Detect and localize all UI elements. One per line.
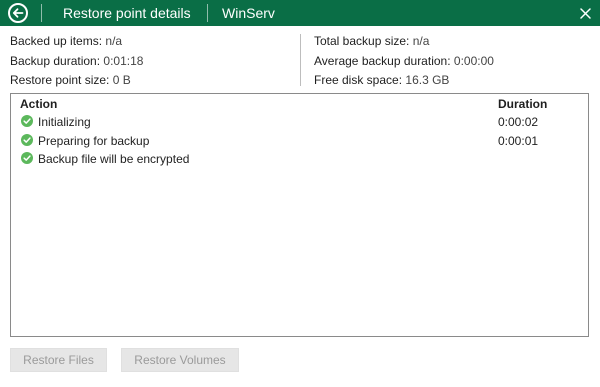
table-row: Initializing 0:00:02 <box>11 113 588 131</box>
action-log-table[interactable]: Action Duration Initializing 0:00:02 Pre… <box>10 93 589 337</box>
close-button[interactable] <box>576 3 594 23</box>
backed-up-items-value: n/a <box>105 34 123 48</box>
free-disk-space-stat: Free disk space: 16.3 GB <box>314 73 449 87</box>
action-column-header: Action <box>20 97 58 111</box>
back-button[interactable] <box>8 3 28 23</box>
average-backup-duration-label: Average backup duration: <box>314 54 451 68</box>
close-icon <box>579 7 591 19</box>
restore-point-size-stat: Restore point size: 0 B <box>10 73 131 87</box>
backup-duration-label: Backup duration: <box>10 54 101 68</box>
duration-column-header: Duration <box>498 97 548 111</box>
total-backup-size-label: Total backup size: <box>314 34 410 48</box>
action-text: Preparing for backup <box>38 134 150 148</box>
average-backup-duration-stat: Average backup duration: 0:00:00 <box>314 54 494 68</box>
restore-point-size-value: 0 B <box>112 73 131 87</box>
backed-up-items-stat: Backed up items: n/a <box>10 34 122 48</box>
total-backup-size-stat: Total backup size: n/a <box>314 34 429 48</box>
check-circle-icon <box>21 134 33 146</box>
title-separator <box>207 4 208 22</box>
restore-files-button[interactable]: Restore Files <box>10 348 107 372</box>
machine-name: WinServ <box>222 5 275 21</box>
free-disk-space-value: 16.3 GB <box>405 73 450 87</box>
free-disk-space-label: Free disk space: <box>314 73 403 87</box>
action-text: Initializing <box>38 115 91 129</box>
restore-point-size-label: Restore point size: <box>10 73 110 87</box>
duration-text: 0:00:01 <box>498 134 539 148</box>
title-bar: Restore point details WinServ <box>0 0 600 26</box>
check-circle-icon <box>21 115 33 127</box>
total-backup-size-value: n/a <box>412 34 430 48</box>
title-separator <box>41 4 42 22</box>
action-text: Backup file will be encrypted <box>38 152 190 166</box>
restore-volumes-button[interactable]: Restore Volumes <box>121 348 239 372</box>
average-backup-duration-value: 0:00:00 <box>453 54 494 68</box>
table-row: Preparing for backup 0:00:01 <box>11 132 588 150</box>
backup-duration-stat: Backup duration: 0:01:18 <box>10 54 143 68</box>
stats-divider <box>300 34 301 86</box>
backed-up-items-label: Backed up items: <box>10 34 103 48</box>
backup-duration-value: 0:01:18 <box>103 54 144 68</box>
check-circle-icon <box>21 152 33 164</box>
table-row: Backup file will be encrypted <box>11 150 588 168</box>
duration-text: 0:00:02 <box>498 115 539 129</box>
arrow-left-icon <box>12 8 24 18</box>
page-title: Restore point details <box>63 5 191 21</box>
